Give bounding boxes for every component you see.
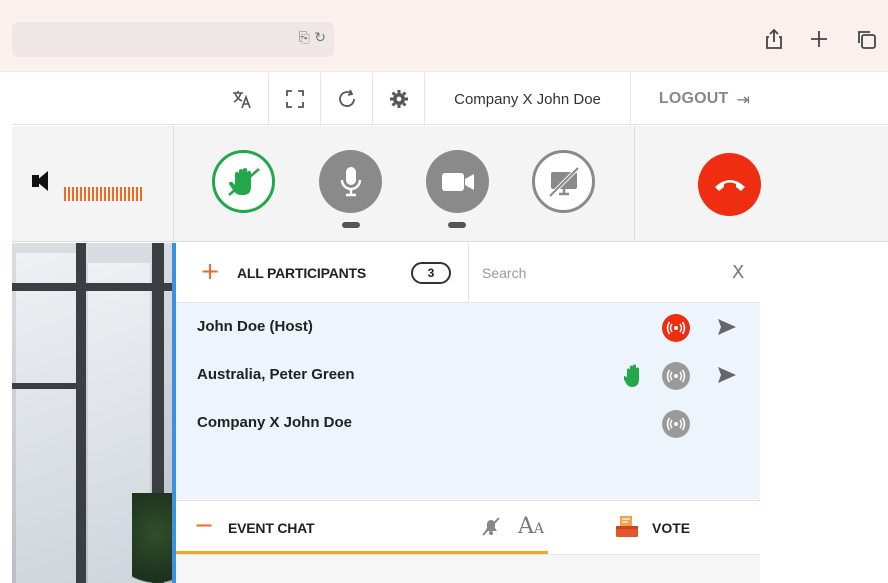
microphone-button[interactable] [319, 150, 382, 213]
participant-list: John Doe (Host) Australia, Peter Green C… [176, 303, 760, 499]
raise-hand-button[interactable] [212, 150, 275, 213]
address-bar[interactable]: ⎘ ↻ [12, 22, 334, 57]
translate-reload-icons[interactable]: ⎘ ↻ [299, 30, 326, 46]
video-camera-icon [441, 172, 474, 191]
logout-icon: ⇥ [736, 89, 751, 109]
end-call-button[interactable] [698, 153, 761, 216]
collapse-chat-icon[interactable]: − [194, 513, 214, 537]
screen-share-off-icon [548, 166, 579, 197]
participants-title: ALL PARTICIPANTS [237, 265, 367, 281]
camera-options-toggle[interactable] [448, 222, 466, 228]
translate-icon[interactable] [216, 73, 268, 125]
app-topbar: Company X John Doe LOGOUT ⇥ [12, 73, 888, 125]
controls-divider [634, 126, 635, 242]
participant-name: Company X John Doe [197, 414, 353, 431]
participant-search-input[interactable] [482, 263, 712, 283]
hang-up-phone-icon [714, 179, 745, 191]
audio-idle-icon [662, 362, 690, 390]
send-message-icon[interactable] [716, 365, 738, 390]
new-tab-icon[interactable] [806, 26, 832, 52]
fullscreen-icon[interactable] [268, 73, 320, 125]
volume-level-bars[interactable] [64, 187, 144, 201]
participant-name: John Doe (Host) [197, 318, 313, 335]
browser-chrome: ⎘ ↻ [0, 0, 888, 72]
tabs-overview-icon[interactable] [853, 26, 879, 52]
audio-active-icon [662, 314, 690, 342]
raised-hand-icon [622, 363, 644, 394]
participants-header: + ALL PARTICIPANTS 3 X [176, 243, 760, 303]
video-feed [12, 243, 174, 583]
microphone-options-toggle[interactable] [342, 222, 360, 228]
header-divider [468, 243, 469, 303]
current-user-name: Company X John Doe [424, 73, 630, 125]
settings-gear-icon[interactable] [372, 73, 424, 125]
participant-row[interactable]: Company X John Doe [176, 399, 760, 447]
call-controls-bar [12, 126, 888, 242]
ballot-box-icon [614, 514, 640, 545]
participant-count-badge: 3 [411, 262, 451, 284]
participant-row[interactable]: Australia, Peter Green [176, 351, 760, 399]
font-size-icon[interactable]: AA [518, 514, 544, 539]
logout-label: LOGOUT [658, 90, 729, 107]
share-icon[interactable] [761, 26, 787, 52]
mute-notifications-icon[interactable] [480, 515, 502, 542]
send-message-icon[interactable] [716, 317, 738, 342]
participant-name: Australia, Peter Green [197, 366, 355, 383]
close-search-icon[interactable]: X [732, 262, 744, 283]
expand-participants-icon[interactable]: + [200, 259, 220, 283]
event-chat-header: − EVENT CHAT AA VOTE [176, 500, 760, 554]
refresh-icon[interactable] [320, 73, 372, 125]
camera-button[interactable] [426, 150, 489, 213]
microphone-icon [340, 166, 361, 196]
participants-panel: + ALL PARTICIPANTS 3 X John Doe (Host) A… [172, 243, 760, 583]
screen-share-button[interactable] [532, 150, 595, 213]
vote-tab[interactable]: VOTE [652, 520, 690, 536]
chat-messages-area [176, 554, 760, 583]
raise-hand-icon [227, 167, 260, 196]
event-chat-tab[interactable]: EVENT CHAT [228, 520, 315, 536]
audio-idle-icon [662, 410, 690, 438]
volume-control[interactable] [12, 126, 174, 242]
logout-button[interactable]: LOGOUT ⇥ [630, 73, 778, 125]
participant-row[interactable]: John Doe (Host) [176, 303, 760, 351]
